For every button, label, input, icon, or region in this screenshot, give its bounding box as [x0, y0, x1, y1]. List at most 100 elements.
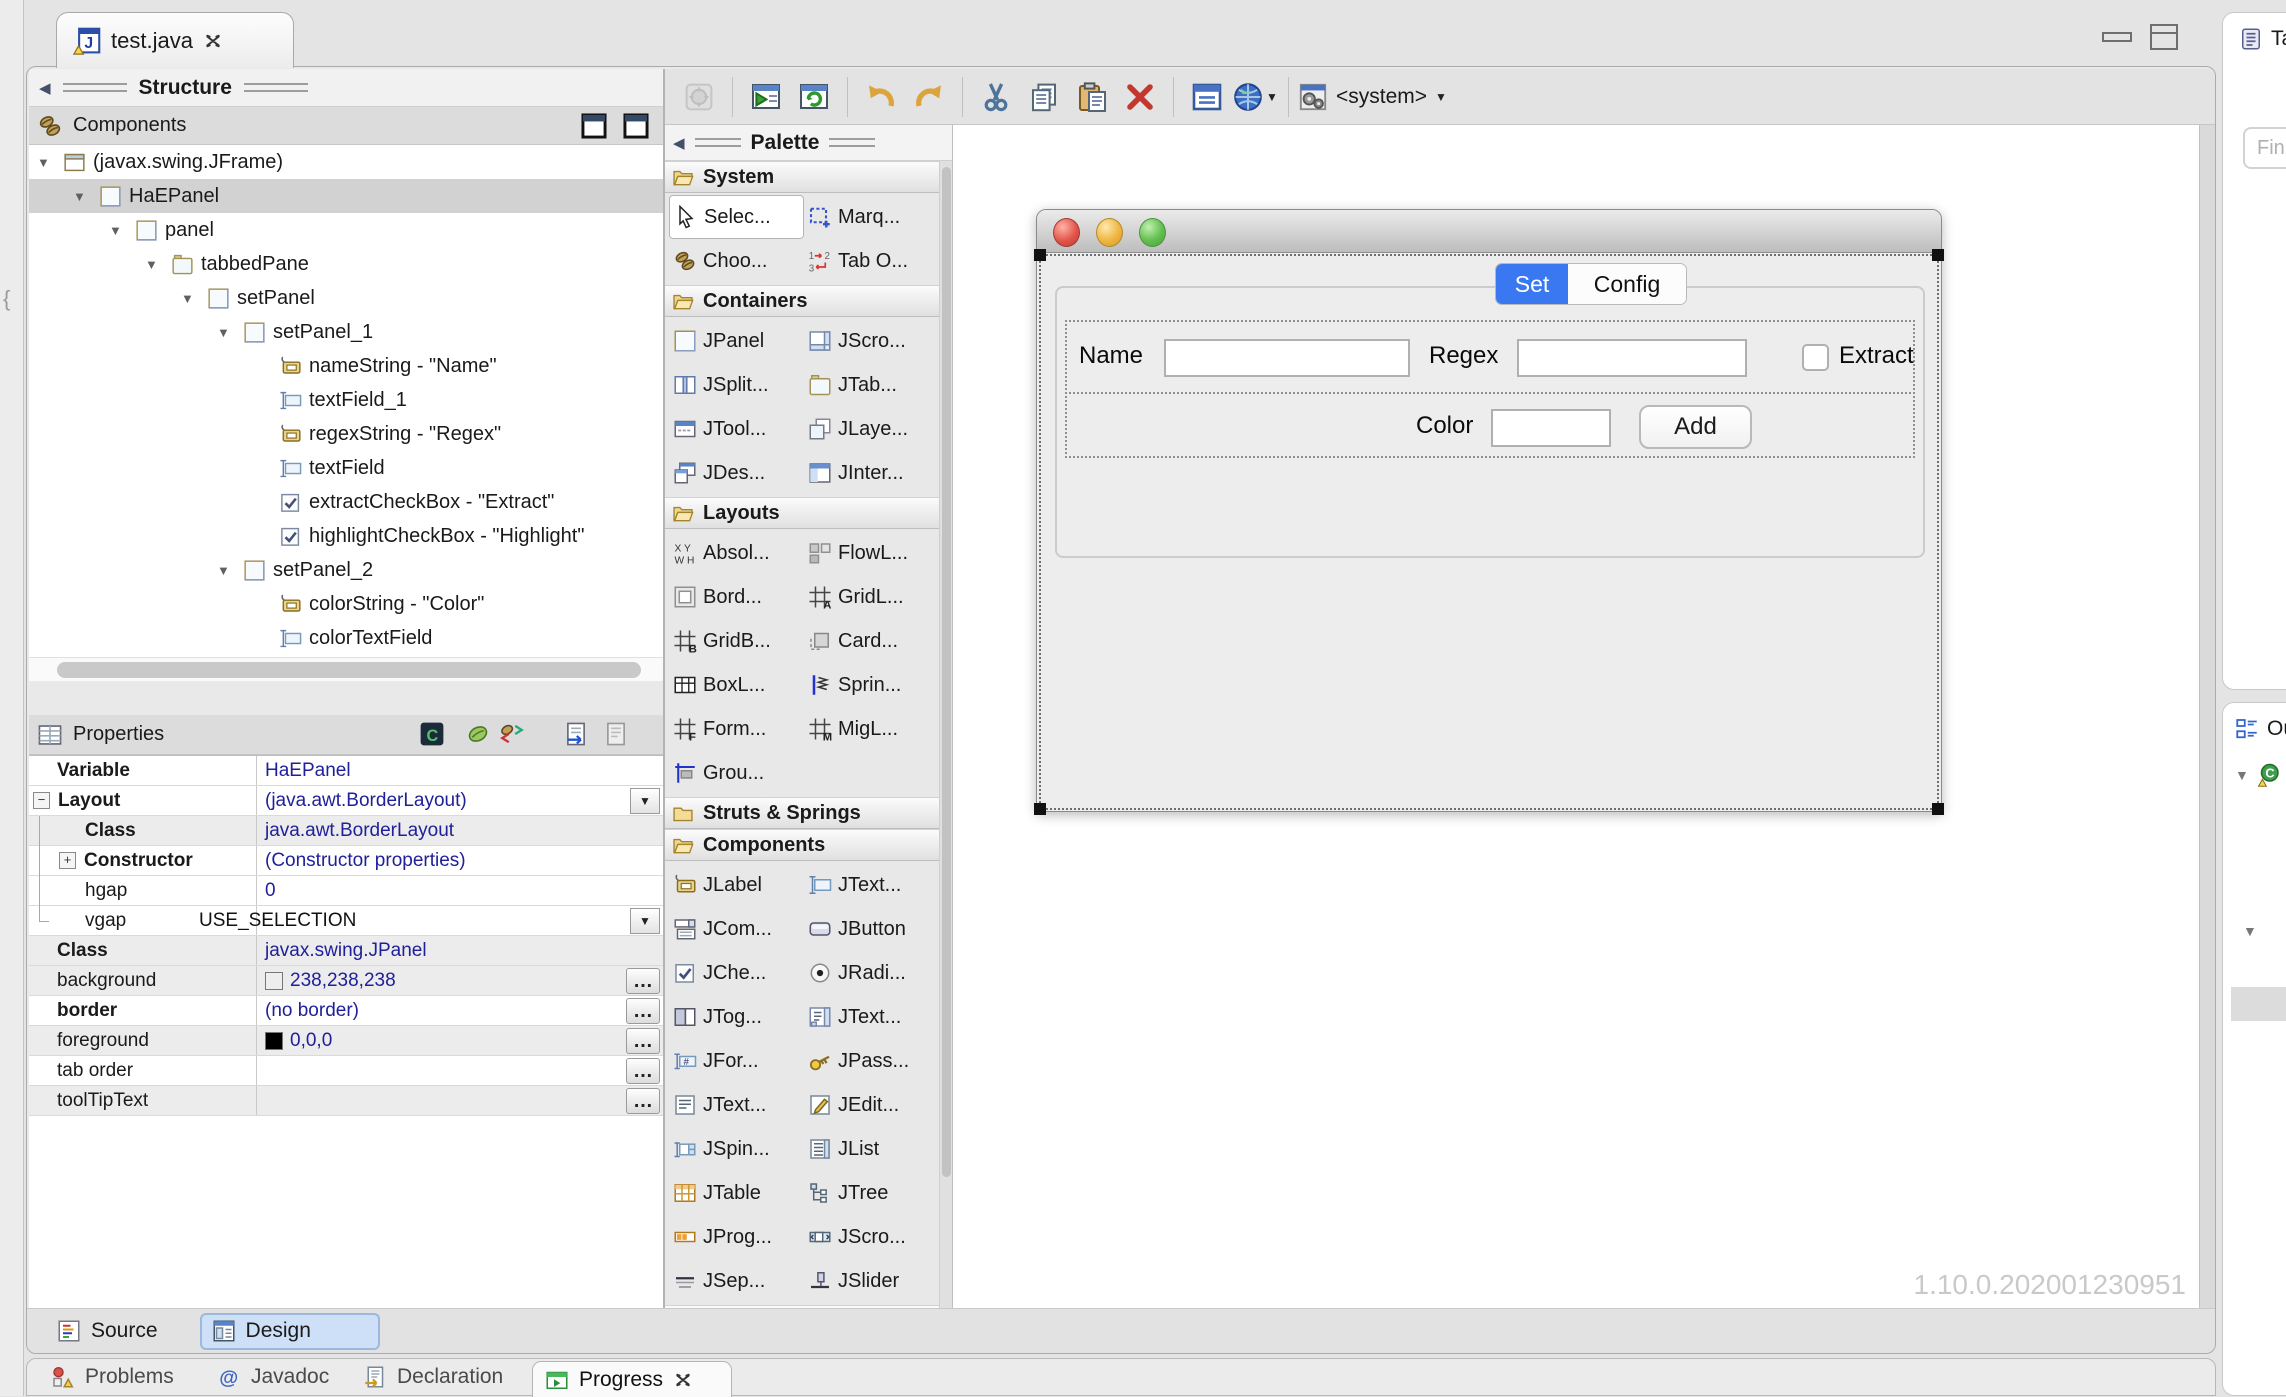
palette-item-jsep[interactable]: JSep... — [669, 1259, 804, 1303]
expander-icon[interactable]: ▼ — [2235, 767, 2249, 783]
palette-item-tab-o[interactable]: 123Tab O... — [804, 239, 939, 283]
palette-category-layouts[interactable]: Layouts — [665, 497, 939, 529]
toolbar-layout-window-button[interactable] — [1183, 74, 1231, 120]
drag-grip-icon[interactable] — [63, 83, 127, 92]
drag-grip-icon[interactable] — [244, 83, 308, 92]
expander-icon[interactable]: ▼ — [2243, 923, 2257, 939]
tree-node-colorstring[interactable]: colorString - "Color" — [29, 587, 663, 621]
outline-root-node[interactable]: ▼ C — [2235, 763, 2281, 787]
toolbar-run-window-button[interactable] — [742, 74, 790, 120]
property-row-class[interactable]: Classjava.awt.BorderLayout — [29, 816, 663, 846]
tree-node-regexstring[interactable]: regexString - "Regex" — [29, 417, 663, 451]
tree-node-tabbedpane[interactable]: ▼tabbedPane — [29, 247, 663, 281]
palette-item-jfor[interactable]: #JFor... — [669, 1039, 804, 1083]
close-view-icon[interactable] — [673, 1370, 693, 1390]
property-row-tooltiptext[interactable]: toolTipText… — [29, 1086, 663, 1116]
resize-handle[interactable] — [1932, 803, 1944, 815]
collapse-frames-icon[interactable] — [623, 113, 649, 139]
minimize-view-icon[interactable] — [2102, 32, 2132, 42]
palette-category-components[interactable]: Components — [665, 829, 939, 861]
palette-item-gridb[interactable]: BGridB... — [669, 619, 804, 663]
bean-icon[interactable] — [465, 721, 491, 747]
palette-item-jche[interactable]: JChe... — [669, 951, 804, 995]
expander-icon[interactable]: ▼ — [73, 189, 99, 204]
palette-item-jcom[interactable]: JCom... — [669, 907, 804, 951]
toolbar-copy-button[interactable] — [1020, 74, 1068, 120]
preview-window[interactable]: Set Config Name Regex Extract Color Add — [1036, 209, 1942, 812]
palette-category-struts-springs[interactable]: Struts & Springs — [665, 797, 939, 829]
toolbar-browser-globe-button[interactable]: ▼ — [1231, 74, 1279, 120]
palette-item-form[interactable]: FForm... — [669, 707, 804, 751]
collapse-left-icon[interactable]: ◀ — [673, 134, 685, 152]
property-row-border[interactable]: border(no border)… — [29, 996, 663, 1026]
palette-item-sprin[interactable]: Sprin... — [804, 663, 939, 707]
view-tab-javadoc[interactable]: @Javadoc — [217, 1365, 329, 1389]
regex-field[interactable] — [1517, 339, 1747, 377]
palette-item-card[interactable]: Card... — [804, 619, 939, 663]
palette-item-jlaye[interactable]: JLaye... — [804, 407, 939, 451]
palette-item-jlabel[interactable]: JLabel — [669, 863, 804, 907]
palette-item-marq[interactable]: Marq... — [804, 195, 939, 239]
design-mode-tab[interactable]: Design — [200, 1313, 380, 1350]
find-input[interactable]: Fin — [2243, 127, 2286, 169]
palette-item-selec[interactable]: Selec... — [669, 195, 804, 239]
ellipsis-button[interactable]: … — [626, 998, 660, 1024]
tree-node-textfield[interactable]: textField — [29, 451, 663, 485]
tree-node-extractcheckbox[interactable]: extractCheckBox - "Extract" — [29, 485, 663, 519]
resize-handle[interactable] — [1932, 249, 1944, 261]
scrollbar-thumb[interactable] — [942, 167, 951, 1177]
dropdown-button[interactable]: ▼ — [630, 908, 660, 934]
toolbar-cut-button[interactable] — [972, 74, 1020, 120]
palette-category-containers[interactable]: Containers — [665, 285, 939, 317]
outline-node[interactable]: ▼ — [2243, 923, 2257, 939]
expander-icon[interactable]: ▼ — [217, 563, 243, 578]
drag-grip-icon[interactable] — [829, 138, 875, 147]
ellipsis-button[interactable]: … — [626, 1058, 660, 1084]
toolbar-designer-button[interactable] — [675, 74, 723, 120]
palette-item-jtree[interactable]: JTree — [804, 1171, 939, 1215]
palette-scrollbar[interactable] — [939, 161, 952, 1308]
palette-item-jlist[interactable]: JList — [804, 1127, 939, 1171]
tree-node-setpanel-2[interactable]: ▼setPanel_2 — [29, 553, 663, 587]
palette-item-jscro[interactable]: JScro... — [804, 319, 939, 363]
dropdown-button[interactable]: ▼ — [630, 788, 660, 814]
toolbar-delete-button[interactable] — [1116, 74, 1164, 120]
palette-item-jprog[interactable]: JProg... — [669, 1215, 804, 1259]
palette-item-jbutton[interactable]: JButton — [804, 907, 939, 951]
palette-item-gridl[interactable]: AGridL... — [804, 575, 939, 619]
palette-item-jpass[interactable]: JPass... — [804, 1039, 939, 1083]
palette-item-jtext[interactable]: JText... — [669, 1083, 804, 1127]
design-canvas[interactable]: Set Config Name Regex Extract Color Add … — [953, 125, 2199, 1308]
resize-handle[interactable] — [1034, 249, 1046, 261]
view-tab-declaration[interactable]: Declaration — [363, 1365, 503, 1389]
tree-node-panel[interactable]: ▼panel — [29, 213, 663, 247]
goto-definition-icon[interactable]: C — [419, 721, 445, 747]
palette-item-jscro[interactable]: JScro... — [804, 1215, 939, 1259]
palette-category-system[interactable]: System — [665, 161, 939, 193]
property-row-foreground[interactable]: foreground0,0,0… — [29, 1026, 663, 1056]
palette-item-jedit[interactable]: JEdit... — [804, 1083, 939, 1127]
toolbar-refresh-window-button[interactable] — [790, 74, 838, 120]
expander-icon[interactable]: ▼ — [181, 291, 207, 306]
expander-icon[interactable]: ▼ — [217, 325, 243, 340]
toolbar-undo-button[interactable] — [857, 74, 905, 120]
collapse-left-icon[interactable]: ◀ — [39, 79, 51, 97]
editor-tab-test-java[interactable]: J test.java — [56, 12, 294, 68]
ellipsis-button[interactable]: … — [626, 1028, 660, 1054]
property-row-constructor[interactable]: +Constructor(Constructor properties) — [29, 846, 663, 876]
expander-icon[interactable]: ▼ — [37, 155, 63, 170]
toolbar-redo-button[interactable] — [905, 74, 953, 120]
palette-item-jtext[interactable]: JText... — [804, 863, 939, 907]
tab-config[interactable]: Config — [1568, 264, 1686, 304]
palette-item-jtext[interactable]: JText... — [804, 995, 939, 1039]
tree-node-javax-swing-jframe[interactable]: ▼(javax.swing.JFrame) — [29, 145, 663, 179]
palette-item-migl[interactable]: MMigL... — [804, 707, 939, 751]
tree-node-namestring[interactable]: nameString - "Name" — [29, 349, 663, 383]
tree-node-colortextfield[interactable]: colorTextField — [29, 621, 663, 655]
tree-node-highlightcheckbox[interactable]: highlightCheckBox - "Highlight" — [29, 519, 663, 553]
expander-minus-icon[interactable]: − — [33, 792, 50, 809]
tab-set[interactable]: Set — [1496, 264, 1568, 304]
property-row-background[interactable]: background238,238,238… — [29, 966, 663, 996]
property-row-hgap[interactable]: hgap0 — [29, 876, 663, 906]
palette-item-jslider[interactable]: JSlider — [804, 1259, 939, 1303]
